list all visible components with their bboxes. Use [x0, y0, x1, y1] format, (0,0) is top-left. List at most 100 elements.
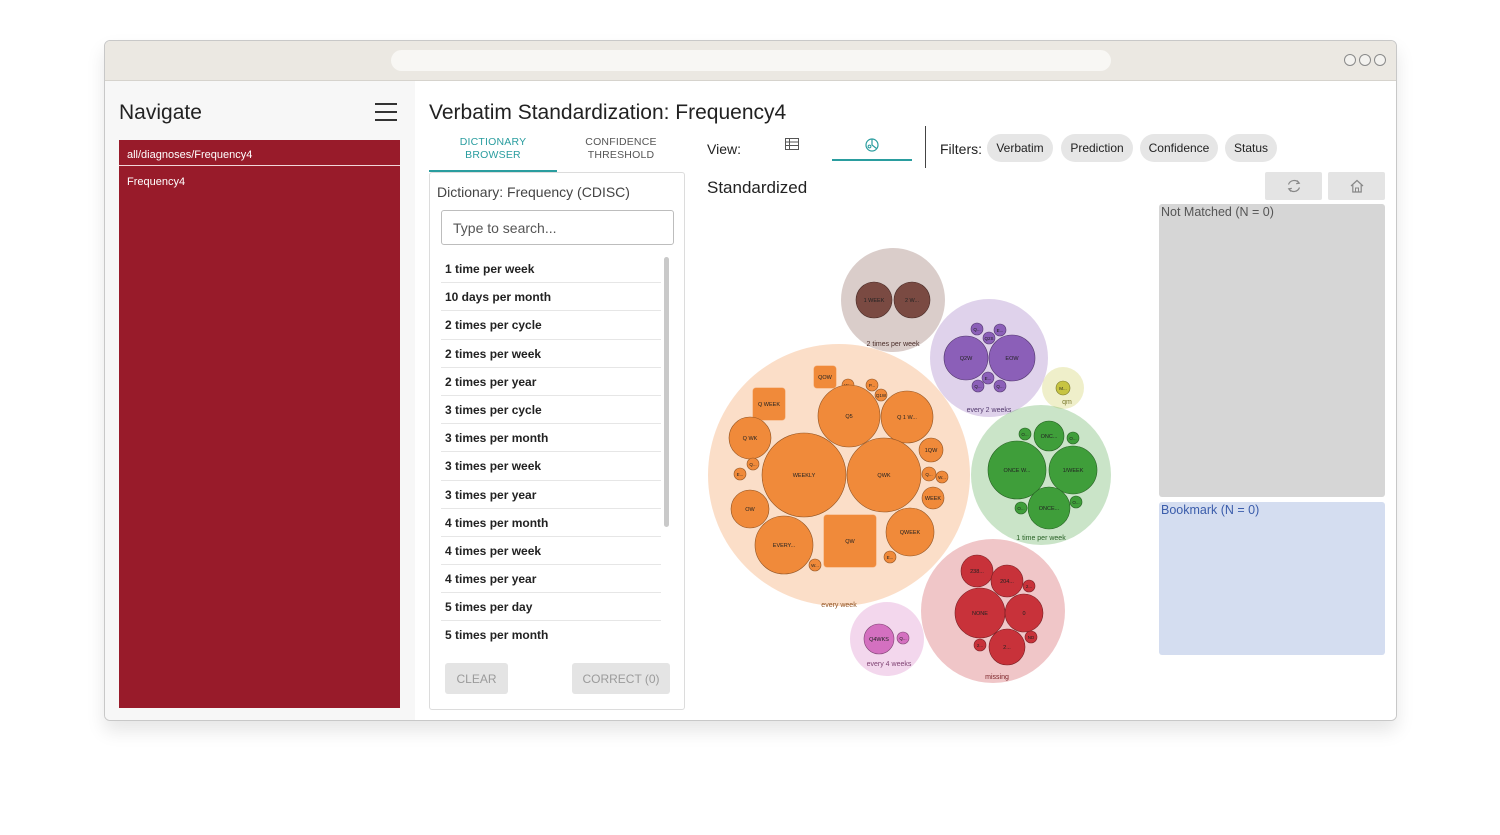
bubble-group[interactable]: O... ONC... O... ONCE W... 1/WEEK O... ONCE...…: [971, 405, 1111, 545]
bubble-node-label: ONCE W...: [1004, 468, 1031, 474]
bubble-node-label: Q...: [974, 384, 981, 389]
bubble-group-label: every week: [821, 602, 857, 609]
bubble-node-label: 1QW: [925, 448, 938, 454]
bubble-group[interactable]: M... qm: [1042, 367, 1084, 409]
sidebar: Navigate all/diagnoses/Frequency4 Freque…: [105, 81, 415, 720]
nav-panel: all/diagnoses/Frequency4 Frequency4: [119, 140, 400, 708]
window-dot-icon[interactable]: [1374, 54, 1386, 66]
bubble-group-label: every 2 weeks: [967, 407, 1012, 414]
refresh-button[interactable]: [1265, 172, 1322, 200]
correct-button[interactable]: CORRECT (0): [572, 663, 670, 694]
list-item[interactable]: 5 times per month: [441, 621, 661, 647]
list-item[interactable]: 3 times per cycle: [441, 396, 661, 425]
main-content: Verbatim Standardization: Frequency4 DIC…: [415, 81, 1396, 720]
window-dot-icon[interactable]: [1359, 54, 1371, 66]
address-bar[interactable]: [391, 50, 1111, 71]
bubble-node-label: Q1W: [876, 393, 887, 398]
bubble-node-label: 0: [1022, 611, 1025, 617]
browser-window: Navigate all/diagnoses/Frequency4 Freque…: [104, 40, 1397, 721]
dictionary-title: Dictionary: Frequency (CDISC): [437, 184, 630, 200]
bubble-node-label: NONE: [972, 611, 988, 617]
bubble-node-label: Q2S: [984, 336, 993, 341]
scrollbar-thumb[interactable]: [664, 257, 669, 527]
bubble-chart: Q WEEK QOW W... P...Q1W Q5 Q 1 W... Q WK Q... E.…: [708, 248, 1111, 683]
tab-dictionary-browser[interactable]: DICTIONARY BROWSER: [429, 134, 557, 172]
list-item[interactable]: 3 times per month: [441, 424, 661, 453]
bubble-group[interactable]: 1 WEEK 2 W... 2 times per week: [841, 248, 945, 352]
table-icon: [785, 138, 799, 150]
bubble-node-label: 238...: [970, 569, 984, 575]
bubble-node-label: Q 1 W...: [897, 415, 917, 421]
filter-chip-confidence[interactable]: Confidence: [1140, 134, 1218, 162]
bubble-node-label: E...: [887, 555, 894, 560]
bubble-node-label: Q4WKS: [869, 637, 889, 643]
tab-label: THRESHOLD: [587, 149, 655, 161]
list-item[interactable]: 3 times per year: [441, 481, 661, 509]
bubble-node-label: ND: [1028, 635, 1035, 640]
bubble-group[interactable]: 238... 204... 2... NONE 0 2... 2... ND missing: [921, 539, 1065, 683]
tab-label: DICTIONARY: [459, 136, 527, 148]
bubble-group[interactable]: Q... Q2S E... Q2W EOW E... Q... Q... every 2 wee…: [930, 299, 1048, 417]
bubble-node-label: 1/WEEK: [1063, 468, 1084, 474]
bubble-node-label: 2...: [1026, 584, 1032, 589]
bubble-node-label: 2...: [977, 643, 983, 648]
filter-chip-status[interactable]: Status: [1225, 134, 1277, 162]
list-item[interactable]: 4 times per month: [441, 509, 661, 537]
bubble-group-label: missing: [985, 674, 1009, 681]
refresh-icon: [1287, 179, 1301, 193]
page-title: Verbatim Standardization: Frequency4: [429, 101, 787, 124]
window-controls: [1344, 54, 1386, 66]
bubble-node-label: O...: [1021, 432, 1028, 437]
bubble-node-label: Q...: [996, 384, 1003, 389]
not-matched-label: Not Matched (N = 0): [1161, 205, 1274, 219]
list-item[interactable]: 3 times per week: [441, 452, 661, 481]
bubble-node-label: EVERY...: [773, 543, 796, 549]
filter-chip-verbatim[interactable]: Verbatim: [987, 134, 1053, 162]
dictionary-search-input[interactable]: [441, 210, 674, 245]
hamburger-menu-icon[interactable]: [375, 103, 397, 121]
tab-confidence-threshold[interactable]: CONFIDENCE THRESHOLD: [557, 134, 685, 172]
view-table-button[interactable]: [752, 128, 832, 161]
list-item[interactable]: 2 times per cycle: [441, 311, 661, 340]
bookmark-label: Bookmark (N = 0): [1161, 503, 1260, 517]
list-item[interactable]: 5 times per day: [441, 593, 661, 622]
bubble-group-label: 2 times per week: [867, 341, 920, 348]
bubble-group[interactable]: Q4WKS Q... every 4 weeks: [850, 602, 924, 676]
bubble-node-label: 204...: [1000, 579, 1014, 585]
scrollbar[interactable]: [664, 257, 670, 647]
view-bubble-chart-button[interactable]: [832, 128, 912, 161]
bubble-node-label: QWK: [877, 473, 890, 479]
bubble-node-label: W...: [811, 563, 819, 568]
bubble-node-label: OW: [745, 507, 755, 513]
bubble-group-label: every 4 weeks: [867, 661, 912, 668]
bubble-group[interactable]: Q WEEK QOW W... P...Q1W Q5 Q 1 W... Q WK Q... E.…: [708, 344, 970, 609]
bookmark-bin[interactable]: Bookmark (N = 0): [1159, 502, 1385, 655]
clear-button[interactable]: CLEAR: [445, 663, 508, 694]
bubble-node-label: WEEKLY: [793, 473, 816, 479]
bubble-chart-icon: [865, 138, 879, 152]
breadcrumb[interactable]: all/diagnoses/Frequency4: [119, 140, 400, 166]
not-matched-bin[interactable]: Not Matched (N = 0): [1159, 204, 1385, 497]
dictionary-panel: Dictionary: Frequency (CDISC) 1 time per…: [429, 172, 685, 710]
filters-label: Filters:: [940, 141, 982, 157]
home-button[interactable]: [1328, 172, 1385, 200]
bubble-node-label: Q...: [973, 327, 980, 332]
list-item[interactable]: 10 days per month: [441, 283, 661, 312]
bubble-node-label: E...: [737, 472, 744, 477]
list-item[interactable]: 2 times per week: [441, 340, 661, 368]
filter-chip-prediction[interactable]: Prediction: [1061, 134, 1133, 162]
list-item[interactable]: 4 times per week: [441, 537, 661, 566]
list-item[interactable]: 2 times per year: [441, 368, 661, 396]
bubble-node-label: Q2W: [960, 356, 973, 362]
list-item[interactable]: 4 times per year: [441, 565, 661, 594]
sidebar-item-frequency4[interactable]: Frequency4: [127, 176, 185, 188]
list-item[interactable]: 1 time per week: [441, 255, 661, 284]
bubble-node-label: Q WEEK: [758, 402, 780, 408]
title-bar: [105, 41, 1396, 81]
divider: [925, 126, 926, 168]
window-dot-icon[interactable]: [1344, 54, 1356, 66]
bubble-node-label: 1 WEEK: [864, 298, 885, 304]
view-label: View:: [707, 141, 741, 157]
tab-bar: DICTIONARY BROWSER CONFIDENCE THRESHOLD: [429, 134, 685, 172]
standardized-title: Standardized: [707, 178, 808, 197]
